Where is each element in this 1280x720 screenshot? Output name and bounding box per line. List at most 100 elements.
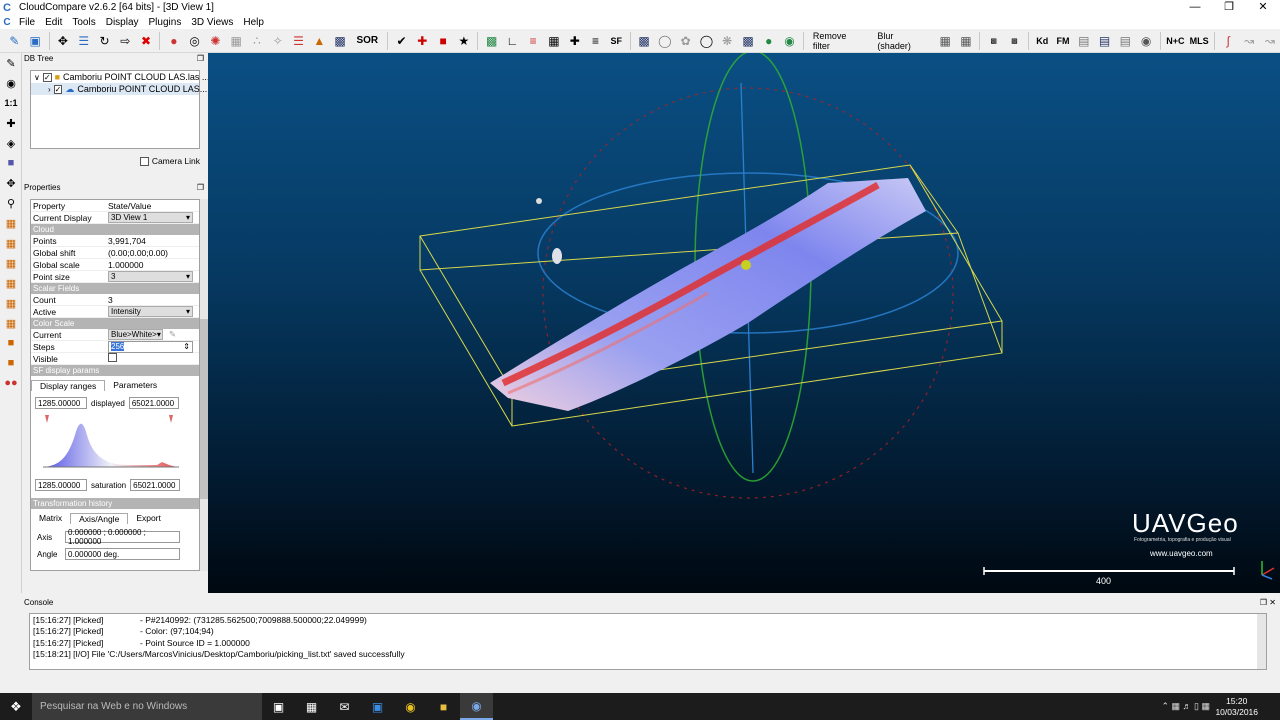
- cloudcompare-taskbar-icon[interactable]: ◉: [460, 693, 493, 720]
- tab-axis-angle[interactable]: Axis/Angle: [70, 512, 129, 524]
- menu-3d-views[interactable]: 3D Views: [186, 17, 238, 28]
- canupo-classify-icon[interactable]: ▩: [1005, 31, 1024, 50]
- mail-icon[interactable]: ✉: [328, 693, 361, 720]
- add-icon[interactable]: ✚: [565, 31, 584, 50]
- explorer-icon[interactable]: ■: [427, 693, 460, 720]
- properties-scrollbar[interactable]: [200, 199, 208, 571]
- color-icon[interactable]: ▲: [310, 31, 329, 50]
- view-bottom-icon[interactable]: ▦: [0, 313, 22, 333]
- subsample-icon[interactable]: ✺: [206, 31, 225, 50]
- noise-icon[interactable]: ❋: [718, 31, 737, 50]
- pan-icon[interactable]: ✚: [0, 113, 22, 133]
- chrome-icon[interactable]: ◉: [394, 693, 427, 720]
- scatter2-icon[interactable]: ✧: [268, 31, 287, 50]
- zoom-icon[interactable]: ⚲: [0, 193, 22, 213]
- system-tray-icons[interactable]: ⌃ ▦ ♬ ▯ ▦: [1161, 701, 1210, 712]
- scale-editor-icon[interactable]: ✎: [169, 329, 176, 340]
- swirl-icon[interactable]: ✿: [676, 31, 695, 50]
- point-cloud-scene[interactable]: [208, 53, 1280, 593]
- taskbar-search[interactable]: Pesquisar na Web e no Windows: [32, 693, 262, 720]
- shader2-icon[interactable]: ▦: [957, 31, 976, 50]
- close-button[interactable]: ✕: [1246, 0, 1280, 15]
- minimize-button[interactable]: —: [1178, 0, 1212, 15]
- hpr-icon[interactable]: ◯: [697, 31, 716, 50]
- undock-properties-icon[interactable]: ❐: [197, 182, 204, 194]
- tab-display-ranges[interactable]: Display ranges: [31, 379, 106, 391]
- plot-icon[interactable]: ∟: [503, 31, 522, 50]
- dots-icon[interactable]: ●●: [0, 373, 22, 393]
- point-size-select[interactable]: 3 ▾: [108, 271, 193, 282]
- visible-checkbox[interactable]: [108, 353, 117, 362]
- cube-view-icon[interactable]: ■: [0, 153, 22, 173]
- 3d-view[interactable]: 400 UAVGeo Fotogrametria, topografia e p…: [208, 53, 1280, 593]
- app-menu-icon[interactable]: C: [0, 17, 14, 28]
- current-display-select[interactable]: 3D View 1 ▾: [108, 212, 193, 223]
- sf-histogram[interactable]: [37, 415, 187, 475]
- taskbar-clock[interactable]: 15:20 10/03/2016: [1215, 696, 1258, 718]
- align-icon[interactable]: ★: [454, 31, 473, 50]
- tree-root-row[interactable]: ∨ ✓ ■ Camboriu POINT CLOUD LAS.las ...: [31, 71, 209, 83]
- steps-spinbox[interactable]: 256 ⇕: [108, 340, 193, 353]
- pick-icon[interactable]: ✚: [413, 31, 432, 50]
- view-top-icon[interactable]: ▦: [0, 213, 22, 233]
- task-view-icon[interactable]: ▣: [262, 693, 295, 720]
- collapse-icon[interactable]: ∨: [34, 73, 40, 82]
- view-back-icon[interactable]: ▦: [0, 273, 22, 293]
- child-checkbox[interactable]: ✓: [53, 84, 63, 94]
- view-left-icon[interactable]: ▦: [0, 253, 22, 273]
- menu-plugins[interactable]: Plugins: [144, 17, 187, 28]
- fm-button[interactable]: FM: [1054, 31, 1073, 50]
- menu-edit[interactable]: Edit: [40, 17, 67, 28]
- mesh-icon[interactable]: ▦: [227, 31, 246, 50]
- windows-start-icon[interactable]: ❖: [0, 699, 32, 715]
- ball-icon[interactable]: ●: [759, 31, 778, 50]
- curve-icon[interactable]: ∫: [1219, 31, 1238, 50]
- perspective-icon[interactable]: ◈: [0, 133, 22, 153]
- render-icon[interactable]: ▩: [635, 31, 654, 50]
- normals-icon[interactable]: ✔: [392, 31, 411, 50]
- scatter-icon[interactable]: ∴: [248, 31, 267, 50]
- delete-icon[interactable]: ✖: [137, 31, 156, 50]
- globe-icon[interactable]: ◉: [780, 31, 799, 50]
- sample-icon[interactable]: ●: [164, 31, 183, 50]
- maximize-button[interactable]: ❐: [1212, 0, 1246, 15]
- kd-button[interactable]: Kd: [1033, 31, 1052, 50]
- camera-icon[interactable]: ◉: [0, 73, 22, 93]
- sphere-icon[interactable]: ◉: [1137, 31, 1156, 50]
- scalar-icon[interactable]: ▦: [545, 31, 564, 50]
- view-right-icon[interactable]: ▦: [0, 293, 22, 313]
- list-icon[interactable]: ☰: [74, 31, 93, 50]
- undock-icon[interactable]: ❐: [197, 53, 204, 65]
- sat-min-spinbox[interactable]: 1285.00000: [35, 479, 87, 491]
- rotate-icon[interactable]: ↻: [95, 31, 114, 50]
- console-controls-icon[interactable]: ❐ ✕: [1260, 597, 1276, 607]
- tab-export[interactable]: Export: [128, 513, 169, 523]
- cube-icon[interactable]: ▤: [1116, 31, 1135, 50]
- range-min-spinbox[interactable]: 1285.00000: [35, 397, 87, 409]
- sor-button[interactable]: SOR: [350, 35, 384, 46]
- zoom-1to1-icon[interactable]: 1:1: [0, 93, 22, 113]
- sf-list-icon[interactable]: ≡: [586, 31, 605, 50]
- iso-front-icon[interactable]: ■: [0, 333, 22, 353]
- console-scrollbar[interactable]: [1257, 614, 1266, 669]
- db-icon[interactable]: ▤: [1074, 31, 1093, 50]
- canupo-icon[interactable]: ▩: [984, 31, 1003, 50]
- shader-icon[interactable]: ▦: [936, 31, 955, 50]
- camera-link[interactable]: Camera Link: [139, 156, 200, 166]
- axis-field[interactable]: 0.000000 ; 0.000000 ; 1.000000: [65, 528, 180, 546]
- sample2-icon[interactable]: ◎: [185, 31, 204, 50]
- translate-icon[interactable]: ✥: [54, 31, 73, 50]
- menu-display[interactable]: Display: [101, 17, 144, 28]
- tool-icon[interactable]: ↝: [1240, 31, 1259, 50]
- range-max-spinbox[interactable]: 65021.0000: [128, 397, 179, 409]
- view-front-icon[interactable]: ▦: [0, 233, 22, 253]
- outlook-icon[interactable]: ▣: [361, 693, 394, 720]
- mls-button[interactable]: MLS: [1188, 31, 1210, 50]
- move-icon[interactable]: ✥: [0, 173, 22, 193]
- active-sf-select[interactable]: Intensity ▾: [108, 306, 193, 317]
- calculator-icon[interactable]: ▦: [295, 693, 328, 720]
- qm-icon[interactable]: ▩: [739, 31, 758, 50]
- root-checkbox[interactable]: ✓: [42, 72, 52, 82]
- open-icon[interactable]: ✎: [5, 31, 24, 50]
- save-icon[interactable]: ▣: [26, 31, 45, 50]
